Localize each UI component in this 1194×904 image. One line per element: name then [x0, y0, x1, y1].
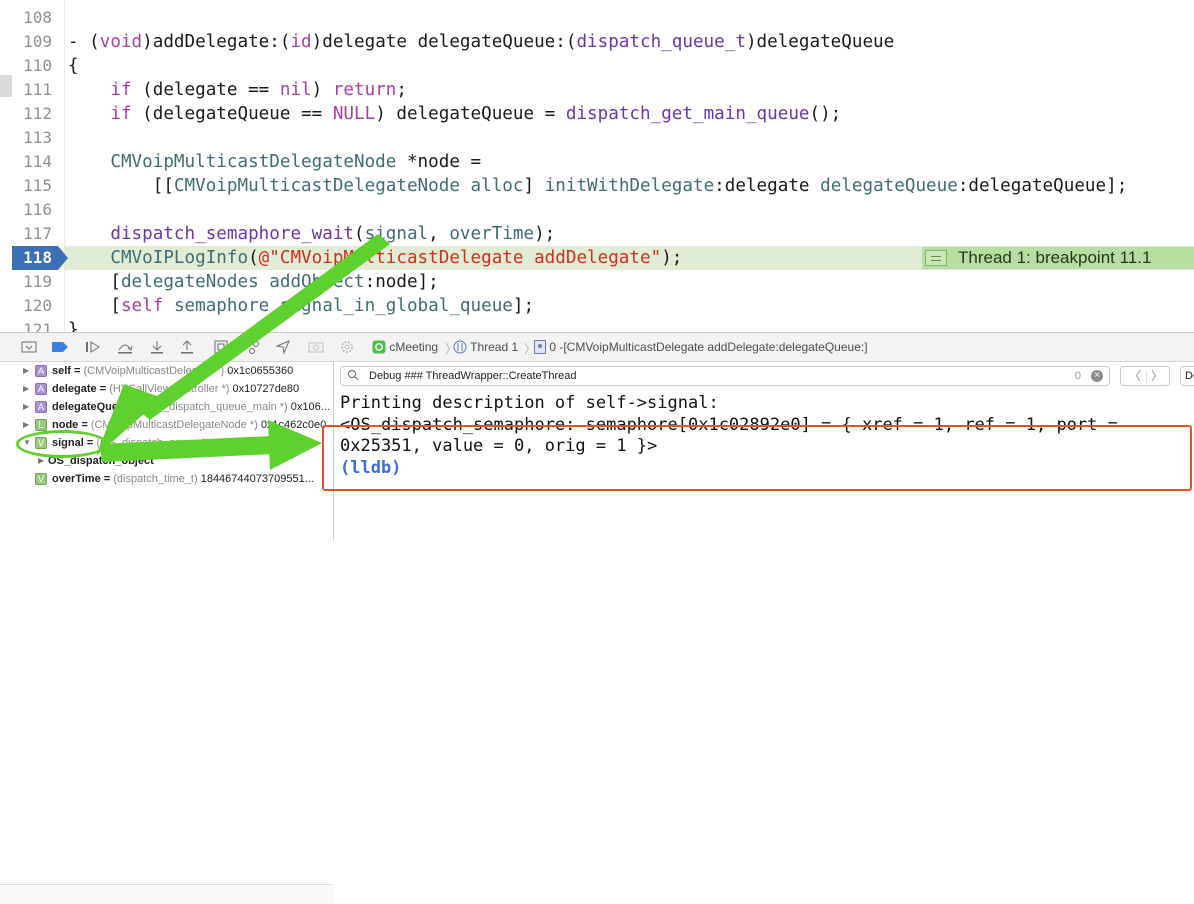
argument-badge: A — [35, 365, 47, 377]
variable-type: (dispatch_time_t) — [113, 473, 198, 485]
variable-value: 0x1c462c0e0 — [260, 419, 327, 431]
variable-row[interactable]: ▶ A delegate = (HYCallViewController *) … — [0, 380, 333, 398]
continue-icon[interactable] — [84, 339, 102, 355]
frame-name: 0 -[CMVoipMulticastDelegate addDelegate:… — [549, 340, 868, 354]
code-line: 110{ — [23, 56, 79, 76]
variable-name: self — [52, 365, 71, 377]
local-badge: L — [35, 419, 47, 431]
code-line: 108 — [23, 8, 52, 27]
variable-value: 0x1c0655360 — [227, 365, 294, 377]
variable-value: 18446744073709551... — [200, 473, 314, 485]
console-filter-text: Debug ### ThreadWrapper::CreateThread — [369, 370, 577, 382]
jump-bar-app[interactable]: cMeeting — [372, 340, 438, 354]
disclosure-triangle-icon[interactable]: ▶ — [23, 398, 29, 416]
variable-badge: V — [35, 473, 47, 485]
step-out-icon[interactable] — [178, 339, 196, 355]
search-icon — [347, 367, 359, 389]
memory-graph-icon[interactable] — [243, 339, 261, 355]
variable-type: (CMVoipMulticastDelegate *) — [83, 365, 225, 377]
source-editor[interactable]: 108 109- (void)addDelegate:(id)delegate … — [0, 0, 1194, 332]
code-line: 119 [delegateNodes addObject:node]; — [23, 272, 439, 292]
breakpoints-toggle-icon[interactable] — [51, 339, 69, 355]
console-output-line: Printing description of self->signal: — [340, 393, 719, 413]
instruction-pointer-icon — [925, 250, 947, 266]
variable-type: (CMVoipMulticastDelegateNode *) — [90, 419, 258, 431]
view-hierarchy-icon[interactable] — [212, 339, 230, 355]
code-line: 115 [[CMVoipMulticastDelegateNode alloc]… — [23, 176, 1128, 196]
hide-debug-area-icon[interactable] — [20, 339, 38, 355]
code-line: 116 — [23, 200, 52, 219]
output-highlight-box — [322, 425, 1192, 491]
app-name: cMeeting — [389, 340, 439, 354]
code-line: 114 CMVoipMulticastDelegateNode *node = — [23, 152, 482, 172]
done-button[interactable]: De — [1180, 366, 1194, 386]
jump-bar-frame[interactable]: 0 -[CMVoipMulticastDelegate addDelegate:… — [534, 340, 868, 354]
console-filter-field[interactable]: Debug ### ThreadWrapper::CreateThread 0 … — [340, 366, 1110, 386]
disclosure-triangle-icon[interactable]: ▶ — [23, 416, 29, 434]
variable-type: (HYCallViewController *) — [109, 383, 230, 395]
disclosure-triangle-icon[interactable]: ▶ — [23, 380, 29, 398]
debug-toolbar: cMeeting 〉 Thread 1 〉 0 -[CMVoipMulticas… — [0, 332, 1194, 362]
argument-badge: A — [35, 383, 47, 395]
variable-row[interactable]: ▶ A delegateQueue = (OS_dispatch_queue_m… — [0, 398, 333, 416]
match-count: 0 — [1074, 370, 1081, 382]
variable-row[interactable]: ▶ A self = (CMVoipMulticastDelegate *) 0… — [0, 362, 333, 380]
variable-row[interactable]: V overTime = (dispatch_time_t) 184467440… — [0, 470, 333, 488]
step-over-icon[interactable] — [116, 339, 134, 355]
breakpoint-annotation: Thread 1: breakpoint 11.1 — [922, 247, 1194, 269]
code-line: 120 [self semaphore_signal_in_global_que… — [23, 296, 535, 316]
variables-filter-bar — [0, 884, 333, 904]
code-line: 112 if (delegateQueue == NULL) delegateQ… — [23, 104, 842, 124]
variable-name: delegate — [52, 383, 97, 395]
variable-value: 0x10727de80 — [232, 383, 300, 395]
breakpoint-marker[interactable]: 118 — [12, 246, 68, 270]
simulate-location-icon[interactable] — [274, 339, 292, 355]
match-navigation[interactable]: 〈 | 〉 — [1120, 366, 1170, 386]
gear-icon[interactable] — [338, 339, 356, 355]
signal-highlight-circle — [16, 430, 108, 458]
code-line: 117 dispatch_semaphore_wait(signal, over… — [23, 224, 556, 244]
variable-name: delegateQueue — [52, 401, 131, 413]
code-line: 113 — [23, 128, 52, 147]
code-line: 121} — [23, 320, 79, 332]
code-line: 109- (void)addDelegate:(id)delegate dele… — [23, 32, 895, 52]
variable-value: 0x1c02892e0 — [238, 437, 305, 449]
clear-search-icon[interactable]: × — [1091, 370, 1103, 382]
breakpoint-label: Thread 1: breakpoint 11.1 — [958, 248, 1152, 267]
jump-bar-thread[interactable]: Thread 1 — [453, 340, 518, 354]
thread-name: Thread 1 — [470, 340, 519, 354]
step-into-icon[interactable] — [148, 339, 166, 355]
argument-badge: A — [35, 401, 47, 413]
variable-name: overTime — [52, 473, 101, 485]
disclosure-triangle-icon[interactable]: ▶ — [23, 362, 29, 380]
variable-type: (OS_dispatch_queue_main *) — [143, 401, 288, 413]
camera-icon[interactable] — [307, 339, 325, 355]
variable-value: 0x106... — [290, 401, 330, 413]
variable-type: (OS_dispatch_semaphore *) — [96, 437, 236, 449]
code-line: 111 if (delegate == nil) return; — [23, 80, 407, 100]
previous-match-icon[interactable]: 〈 — [1129, 367, 1141, 385]
next-match-icon[interactable]: 〉 — [1151, 367, 1163, 385]
